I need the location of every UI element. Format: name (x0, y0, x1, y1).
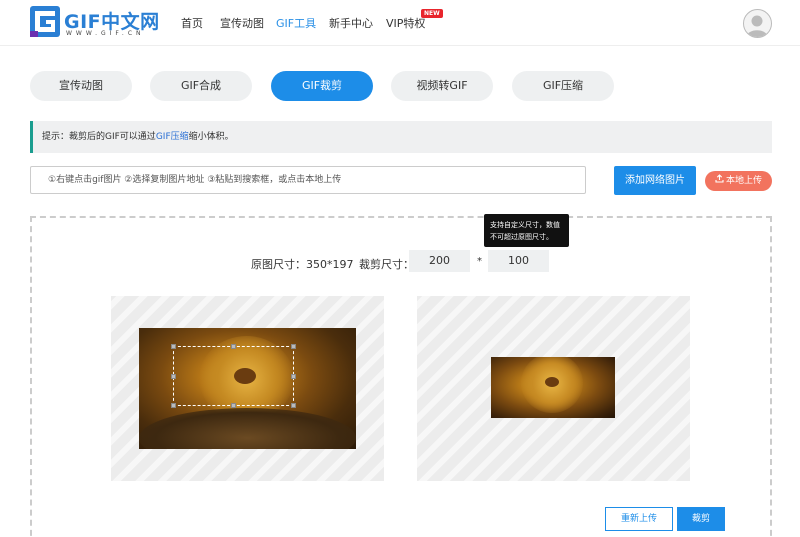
avatar-silhouette-icon (746, 15, 768, 37)
size-separator: * (477, 256, 482, 267)
site-logo[interactable]: GIF中文网 WWW.GIF.CN (30, 6, 159, 40)
tab-gif-compress[interactable]: GIF压缩 (512, 71, 614, 101)
size-tooltip: 支持自定义尺寸，数值 不可超过原图尺寸。 (484, 214, 569, 247)
crop-handle-top-right[interactable] (291, 344, 296, 349)
tab-promo-gifs[interactable]: 宣传动图 (30, 71, 132, 101)
nav-promo-gifs[interactable]: 宣传动图 (220, 15, 264, 31)
crop-width-input[interactable]: 200 (409, 250, 470, 272)
tooltip-line-1: 支持自定义尺寸，数值 (490, 221, 560, 229)
nav-vip[interactable]: VIP特权 (386, 15, 425, 31)
tip-suffix: 缩小体积。 (188, 132, 234, 142)
upload-icon (715, 174, 724, 183)
tab-gif-compose[interactable]: GIF合成 (150, 71, 252, 101)
nav-home[interactable]: 首页 (181, 15, 203, 31)
local-upload-label: 本地上传 (725, 176, 762, 186)
header: GIF中文网 WWW.GIF.CN 首页 宣传动图 GIF工具 新手中心 VIP… (0, 0, 800, 46)
nav-beginner-center[interactable]: 新手中心 (329, 15, 373, 31)
add-network-image-button[interactable]: 添加网络图片 (614, 166, 696, 195)
crop-handle-right[interactable] (291, 374, 296, 379)
crop-handle-bottom-left[interactable] (171, 403, 176, 408)
crop-handle-top[interactable] (231, 344, 236, 349)
tip-prefix: 提示：裁剪后的GIF可以通过 (42, 132, 156, 142)
crop-size-label: 裁剪尺寸： (359, 258, 414, 271)
local-upload-button[interactable]: 本地上传 (705, 171, 772, 191)
crop-handle-left[interactable] (171, 374, 176, 379)
image-url-input[interactable]: ①右键点击gif图片 ②选择复制图片地址 ③粘贴到搜索框，或点击本地上传 (30, 166, 586, 194)
new-badge: NEW (421, 9, 443, 18)
crop-selection-box[interactable] (173, 346, 294, 406)
reupload-button[interactable]: 重新上传 (605, 507, 673, 531)
cropped-gif-image (491, 357, 615, 418)
crop-button[interactable]: 裁剪 (677, 507, 725, 531)
original-size-label: 原图尺寸：350*197 (251, 258, 354, 271)
tip-bar: 提示：裁剪后的GIF可以通过GIF压缩缩小体积。 (30, 121, 772, 153)
nav-gif-tools[interactable]: GIF工具 (276, 15, 316, 31)
crop-handle-bottom[interactable] (231, 403, 236, 408)
tip-compress-link[interactable]: GIF压缩 (156, 132, 189, 142)
logo-subtitle: WWW.GIF.CN (66, 30, 145, 37)
user-avatar-icon[interactable] (743, 9, 772, 38)
tab-gif-crop[interactable]: GIF裁剪 (271, 71, 373, 101)
tooltip-line-2: 不可超过原图尺寸。 (490, 233, 553, 241)
crop-handle-top-left[interactable] (171, 344, 176, 349)
logo-mark-icon (30, 6, 60, 37)
tab-video-to-gif[interactable]: 视频转GIF (391, 71, 493, 101)
crop-height-input[interactable]: 100 (488, 250, 549, 272)
crop-handle-bottom-right[interactable] (291, 403, 296, 408)
